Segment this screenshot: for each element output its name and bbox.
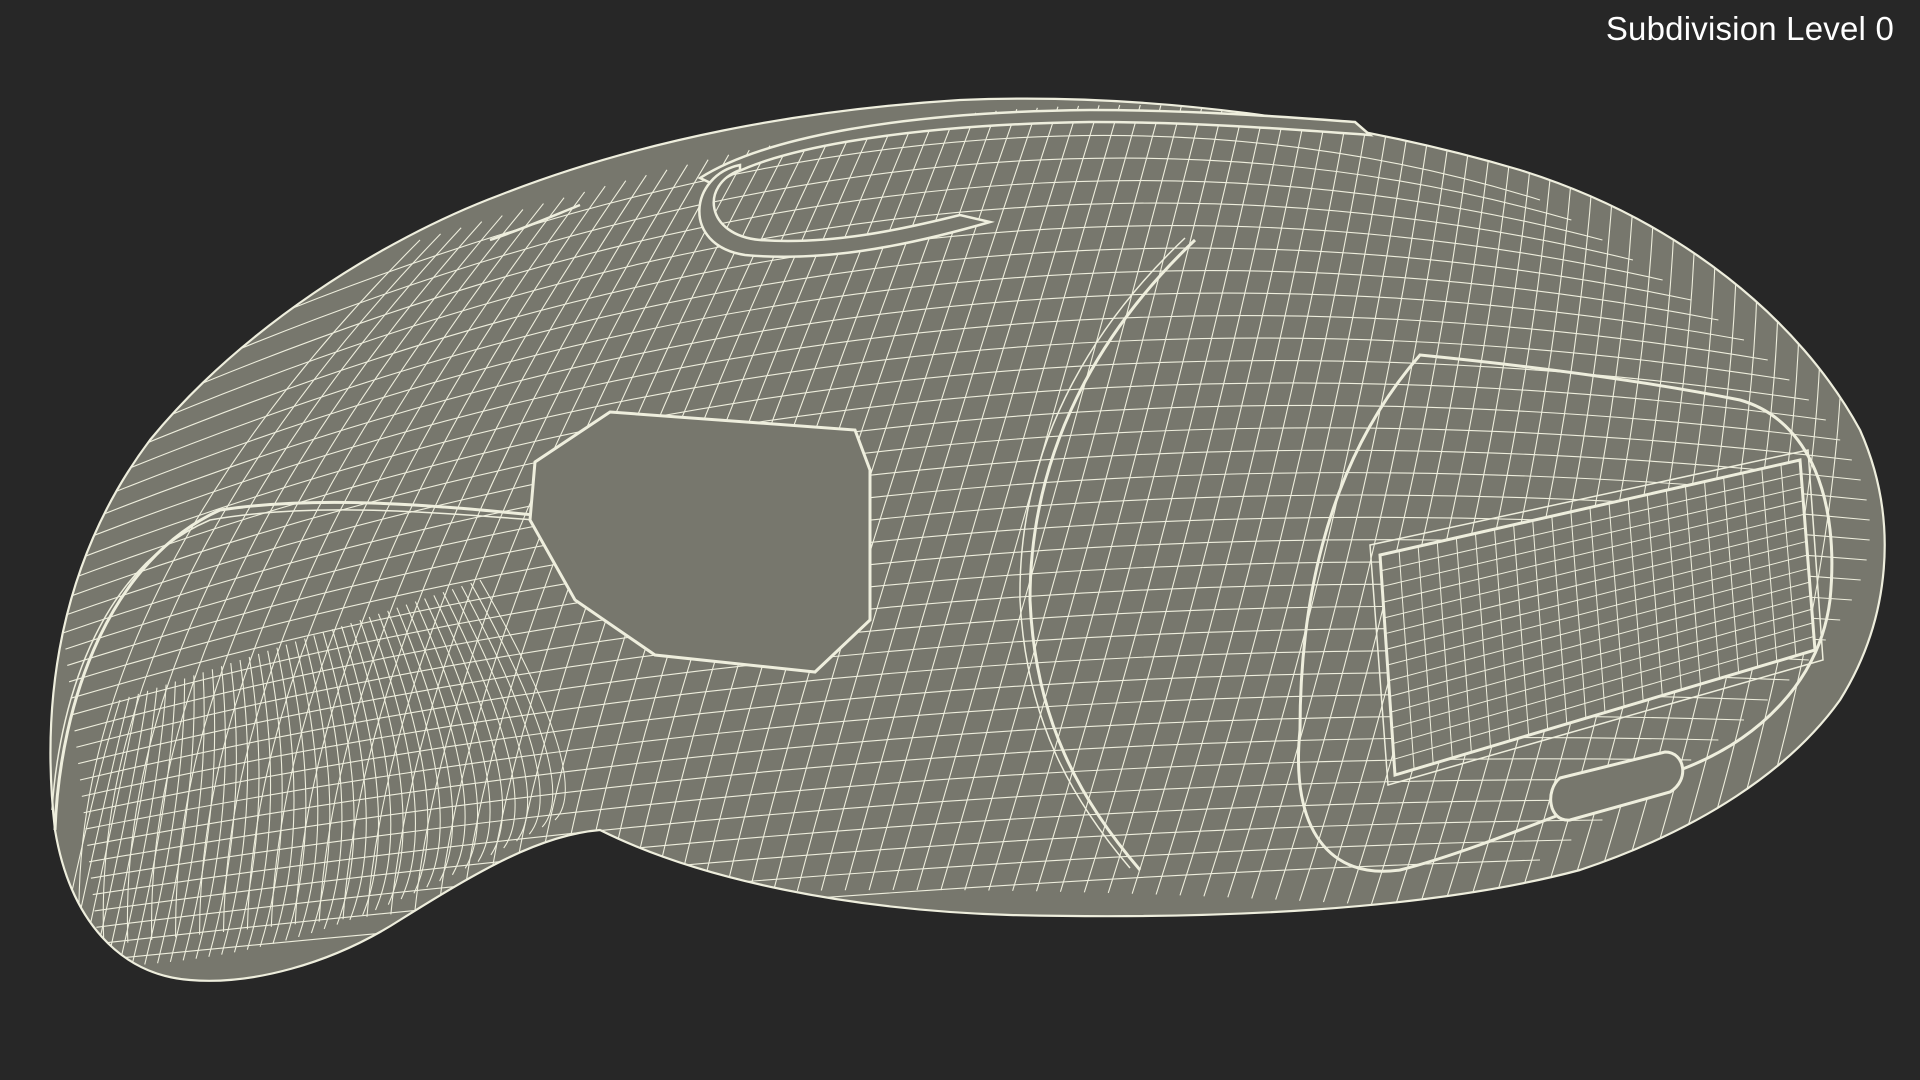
wireframe-mouse-model bbox=[49, 97, 1886, 982]
subdivision-level-label: Subdivision Level 0 bbox=[1605, 10, 1894, 47]
render-viewport: Subdivision Level 0 bbox=[0, 0, 1920, 1080]
